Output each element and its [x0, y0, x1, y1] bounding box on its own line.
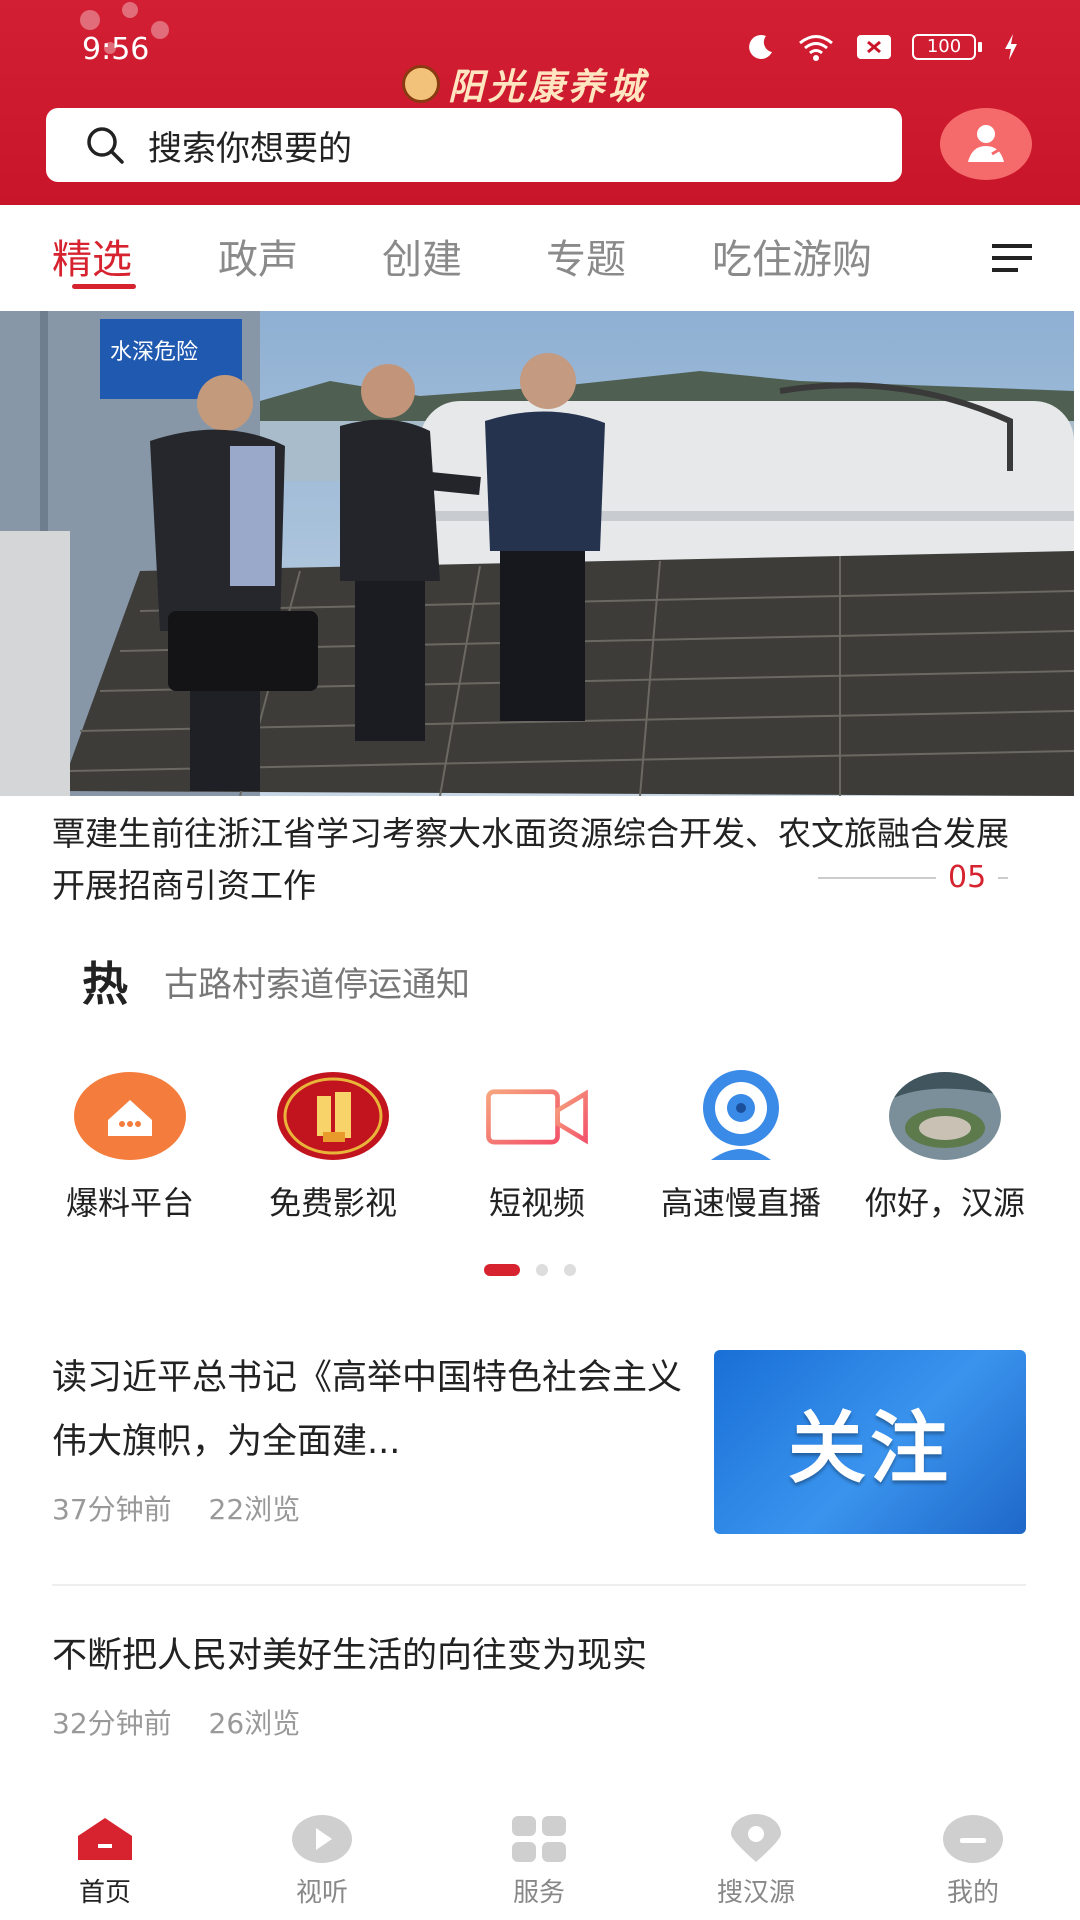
article-item[interactable]: 读习近平总书记《高举中国特色社会主义伟大旗帜，为全面建... 37分钟前 22浏… — [52, 1346, 682, 1528]
menu-icon[interactable] — [990, 240, 1034, 276]
quick-link-highway-live[interactable]: 高速慢直播 — [636, 1068, 846, 1224]
tab-food-travel[interactable]: 吃住游购 — [712, 227, 872, 285]
home-icon — [74, 1814, 136, 1864]
article-thumbnail[interactable]: 关注 — [714, 1350, 1026, 1534]
wifi-icon — [799, 35, 833, 61]
page-dot — [536, 1264, 548, 1276]
nav-search-hanyuan[interactable]: 搜汉源 — [686, 1814, 826, 1909]
user-shake-icon — [968, 125, 1004, 162]
page-dot — [564, 1264, 576, 1276]
nav-label: 服务 — [512, 1878, 565, 1908]
nav-label: 视听 — [295, 1878, 348, 1908]
nav-audio-video[interactable]: 视听 — [252, 1814, 392, 1909]
brand-name: 阳光康养城 — [448, 66, 649, 108]
slide-number: 05 — [948, 860, 987, 895]
brand-logo-icon — [402, 65, 440, 103]
user-button[interactable] — [940, 108, 1032, 180]
article-meta: 37分钟前 22浏览 — [52, 1488, 682, 1528]
tab-creation[interactable]: 创建 — [382, 227, 462, 285]
article-time: 32分钟前 — [52, 1707, 172, 1740]
thumbnail-text: 关注 — [787, 1404, 952, 1494]
brand: 阳光康养城 — [402, 58, 648, 110]
status-time: 9:56 — [82, 32, 150, 67]
search-placeholder: 搜索你想要的 — [148, 128, 352, 169]
page-dot-active — [484, 1264, 520, 1276]
quick-links: 爆料平台 免费影视 短视频 高速慢直播 你好，汉源 — [0, 1068, 1080, 1228]
video-camera-icon — [481, 1068, 593, 1164]
location-pin-icon — [725, 1814, 787, 1864]
channel-tabs: 精选 政声 创建 专题 吃住游购 — [0, 205, 1080, 311]
bottom-navigation: 首页 视听 服务 搜汉源 我的 — [0, 1800, 1080, 1920]
hot-news-text: 古路村索道停运通知 — [164, 964, 470, 1005]
article-item[interactable]: 不断把人民对美好生活的向往变为现实 32分钟前 26浏览 — [52, 1624, 1012, 1742]
battery-level: 100 — [912, 34, 976, 60]
quick-link-label: 爆料平台 — [65, 1184, 194, 1222]
app-header: 9:56 100 阳光康养城 搜索你想要的 — [0, 0, 1080, 205]
article-views: 26浏览 — [208, 1707, 301, 1740]
play-icon — [291, 1814, 353, 1864]
quick-link-label: 高速慢直播 — [660, 1184, 821, 1222]
nav-profile[interactable]: 我的 — [903, 1814, 1043, 1909]
charging-icon — [1005, 34, 1017, 60]
article-title: 不断把人民对美好生活的向往变为现实 — [52, 1636, 648, 1676]
hot-news-ticker[interactable]: 热 古路村索道停运通知 — [82, 948, 470, 1014]
nav-home[interactable]: 首页 — [35, 1814, 175, 1909]
tab-topics[interactable]: 专题 — [546, 227, 626, 285]
active-tab-indicator — [72, 284, 136, 289]
banner-slide-indicator: 05 — [818, 860, 1009, 895]
tab-featured[interactable]: 精选 — [52, 227, 132, 285]
status-icons: 100 — [746, 32, 1020, 62]
article-meta: 32分钟前 26浏览 — [52, 1702, 1012, 1742]
quick-link-report[interactable]: 爆料平台 — [25, 1068, 235, 1224]
no-sim-icon — [857, 35, 891, 59]
webcam-icon — [685, 1068, 797, 1164]
quick-link-free-movies[interactable]: 免费影视 — [228, 1068, 438, 1224]
svg-text:水深危险: 水深危险 — [110, 340, 198, 365]
grid-icon — [508, 1814, 570, 1864]
article-time: 37分钟前 — [52, 1493, 172, 1526]
nav-label: 搜汉源 — [716, 1878, 795, 1908]
quick-link-label: 短视频 — [488, 1184, 585, 1222]
moon-icon — [749, 34, 772, 59]
quick-links-pagination — [484, 1264, 576, 1276]
article-title: 读习近平总书记《高举中国特色社会主义伟大旗帜，为全面建... — [52, 1358, 683, 1462]
house-chat-icon — [74, 1068, 186, 1164]
profile-icon — [942, 1814, 1004, 1864]
nav-label: 我的 — [946, 1878, 999, 1908]
quick-link-short-video[interactable]: 短视频 — [432, 1068, 642, 1224]
news-banner-image[interactable]: 水深危险 — [0, 311, 1074, 796]
quick-link-label: 免费影视 — [268, 1184, 397, 1222]
quick-link-hello-hanyuan[interactable]: 你好，汉源 — [840, 1068, 1050, 1224]
landscape-thumbnail-icon — [889, 1068, 1001, 1164]
quick-link-label: 你好，汉源 — [864, 1184, 1025, 1222]
banner-photo: 水深危险 — [0, 311, 1074, 796]
search-icon — [87, 127, 124, 164]
hot-badge: 热 — [82, 957, 128, 1011]
article-views: 22浏览 — [208, 1493, 301, 1526]
search-input[interactable]: 搜索你想要的 — [46, 108, 902, 182]
nav-label: 首页 — [78, 1878, 131, 1908]
battery-icon: 100 — [912, 34, 982, 60]
gift-icon — [277, 1068, 389, 1164]
article-divider — [52, 1584, 1026, 1586]
tab-politics[interactable]: 政声 — [218, 227, 298, 285]
nav-services[interactable]: 服务 — [469, 1814, 609, 1909]
